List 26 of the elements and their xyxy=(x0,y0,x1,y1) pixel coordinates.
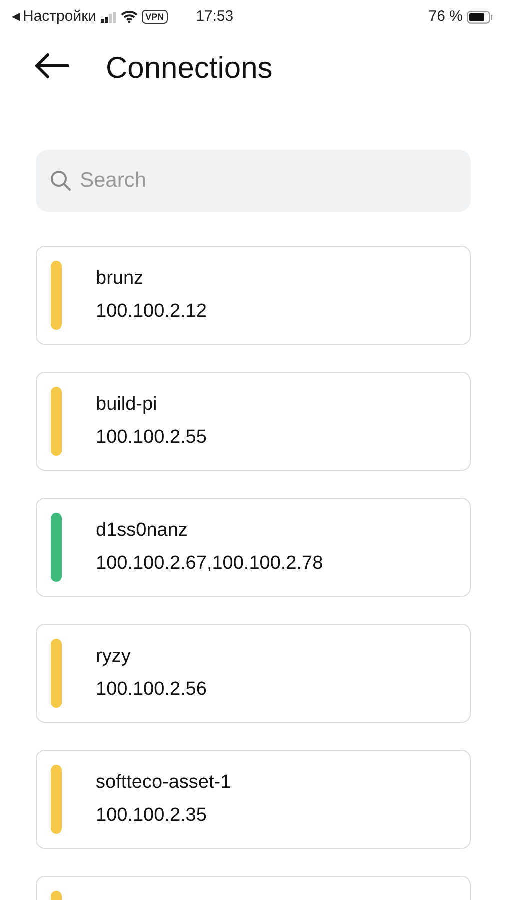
time: 17:53 xyxy=(196,6,234,27)
connection-card[interactable]: build-pi 100.100.2.55 xyxy=(36,372,471,471)
connection-name: brunz xyxy=(96,267,145,291)
connection-address: 100.100.2.12 xyxy=(96,300,207,324)
connection-address: 100.100.2.55 xyxy=(96,426,207,450)
connection-name: ryzy xyxy=(96,645,132,669)
battery-percent: 76 % xyxy=(428,6,463,27)
signal-icon xyxy=(100,12,117,22)
connection-card[interactable]: brunz 100.100.2.12 xyxy=(36,246,471,345)
connection-name: d1ss0nanz xyxy=(96,519,189,543)
search-field[interactable]: Search xyxy=(36,150,471,212)
back-arrow[interactable]: ◀ xyxy=(12,8,20,26)
vpn-indicator: VPN xyxy=(142,10,168,24)
back-label[interactable]: Настройки xyxy=(23,6,97,28)
connection-name: build-pi xyxy=(96,393,158,417)
connection-address: 100.100.2.56 xyxy=(96,678,207,702)
connection-card[interactable]: ryzy 100.100.2.56 xyxy=(36,624,471,723)
wifi-icon xyxy=(120,11,138,23)
battery-icon xyxy=(467,10,493,24)
connection-address: 100.100.2.67,100.100.2.78 xyxy=(96,552,324,576)
connection-card[interactable]: softteco-asset-1 100.100.2.35 xyxy=(36,750,471,849)
back-arrow-icon[interactable] xyxy=(34,53,70,79)
page-title: Connections xyxy=(106,51,273,87)
connection-card[interactable]: d1ss0nanz 100.100.2.67,100.100.2.78 xyxy=(36,498,471,597)
connection-name: softteco-asset-1 xyxy=(96,771,232,795)
connection-address: 100.100.2.35 xyxy=(96,804,208,828)
